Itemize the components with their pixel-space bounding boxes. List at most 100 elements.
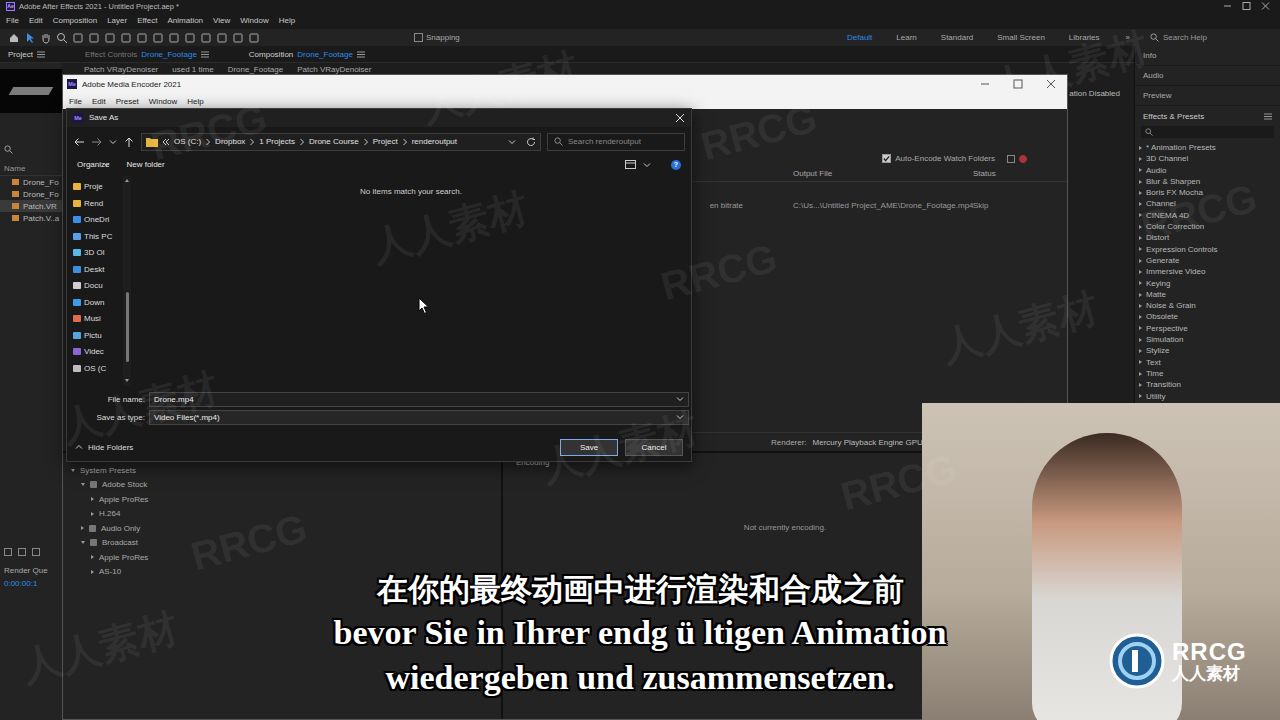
breadcrumb[interactable]: Dropbox bbox=[215, 137, 245, 146]
hide-folders-toggle[interactable]: Hide Folders bbox=[75, 443, 133, 452]
expand-arrow-icon[interactable] bbox=[81, 541, 85, 544]
tool-icon[interactable] bbox=[248, 32, 260, 44]
expand-arrow-icon[interactable] bbox=[91, 497, 94, 501]
scrollbar[interactable] bbox=[123, 176, 131, 386]
navigation-item[interactable]: OneDri bbox=[67, 212, 123, 229]
address-bar[interactable]: OS (C:)Dropbox1 ProjectsDrone CourseProj… bbox=[141, 133, 541, 151]
expand-arrow-icon[interactable] bbox=[1139, 157, 1142, 161]
remove-icon[interactable] bbox=[1007, 155, 1015, 163]
preset-tree-item[interactable]: Adobe Stock bbox=[63, 478, 501, 493]
expand-arrow-icon[interactable] bbox=[1139, 394, 1142, 398]
back-arrow-icon[interactable] bbox=[73, 136, 85, 148]
breadcrumb[interactable]: Drone Course bbox=[309, 137, 359, 146]
effect-category[interactable]: Keying bbox=[1135, 278, 1280, 289]
project-item[interactable]: Drone_Fo bbox=[0, 176, 62, 188]
zoom-icon[interactable] bbox=[56, 32, 68, 44]
expand-arrow-icon[interactable] bbox=[1139, 293, 1142, 297]
expand-arrow-icon[interactable] bbox=[1139, 304, 1142, 308]
effect-category[interactable]: Matte bbox=[1135, 289, 1280, 300]
expand-arrow-icon[interactable] bbox=[81, 483, 85, 486]
search-icon[interactable] bbox=[4, 145, 13, 154]
effect-category[interactable]: Channel bbox=[1135, 198, 1280, 209]
expand-arrow-icon[interactable] bbox=[91, 512, 94, 516]
organize-menu[interactable]: Organize bbox=[77, 160, 110, 169]
expand-arrow-icon[interactable] bbox=[1139, 202, 1142, 206]
help-search-field[interactable]: Search Help bbox=[1146, 31, 1272, 44]
chevron-right-icon[interactable] bbox=[402, 138, 408, 146]
close-icon[interactable] bbox=[675, 113, 685, 123]
menu-item[interactable]: Animation bbox=[167, 16, 203, 25]
new-folder-button[interactable]: New folder bbox=[126, 160, 164, 169]
panel-menu-icon[interactable] bbox=[201, 51, 209, 58]
home-icon[interactable] bbox=[8, 32, 20, 44]
tool-icon[interactable] bbox=[232, 32, 244, 44]
expand-arrow-icon[interactable] bbox=[1139, 270, 1142, 274]
snapping-toggle[interactable]: Snapping bbox=[414, 33, 460, 42]
navigation-item[interactable]: Down bbox=[67, 294, 123, 311]
expand-arrow-icon[interactable] bbox=[1139, 372, 1142, 376]
tool-icon[interactable] bbox=[88, 32, 100, 44]
tool-icon[interactable] bbox=[184, 32, 196, 44]
effect-category[interactable]: Distort bbox=[1135, 232, 1280, 243]
expand-arrow-icon[interactable] bbox=[91, 555, 94, 559]
expand-arrow-icon[interactable] bbox=[1139, 191, 1142, 195]
renderer-dropdown[interactable]: Mercury Playback Engine GPU Acc bbox=[813, 438, 938, 447]
preset-tree-item[interactable]: System Presets bbox=[63, 463, 501, 478]
effect-category[interactable]: Immersive Video bbox=[1135, 266, 1280, 277]
breadcrumb[interactable]: 1 Projects bbox=[259, 137, 295, 146]
panel-tab[interactable]: Effect ControlsDrone_Footage bbox=[85, 50, 209, 59]
panel-tab[interactable]: CompositionDrone_Footage bbox=[249, 50, 365, 59]
tool-icon[interactable] bbox=[152, 32, 164, 44]
preset-tree-item[interactable]: Apple ProRes bbox=[63, 492, 501, 507]
project-item[interactable]: Drone_Fo bbox=[0, 188, 62, 200]
tool-icon[interactable] bbox=[136, 32, 148, 44]
expand-arrow-icon[interactable] bbox=[81, 526, 84, 530]
timecode[interactable]: 0:00:00:1 bbox=[0, 577, 62, 590]
expand-arrow-icon[interactable] bbox=[1139, 168, 1142, 172]
menu-item[interactable]: Window bbox=[240, 16, 268, 25]
column-header[interactable]: Status bbox=[973, 169, 1067, 178]
panel-menu-icon[interactable] bbox=[357, 51, 365, 58]
column-header[interactable]: Name bbox=[0, 162, 62, 176]
dropdown-icon[interactable] bbox=[508, 138, 516, 146]
navigation-item[interactable]: Deskt bbox=[67, 261, 123, 278]
panel-button-icon[interactable] bbox=[4, 548, 12, 556]
menu-item[interactable]: File bbox=[6, 16, 19, 25]
project-item[interactable]: Patch.V..a bbox=[0, 212, 62, 224]
effect-category[interactable]: Blur & Sharpen bbox=[1135, 176, 1280, 187]
expand-arrow-icon[interactable] bbox=[1139, 349, 1142, 353]
chevron-right-icon[interactable] bbox=[363, 138, 369, 146]
navigation-item[interactable]: 3D Ol bbox=[67, 245, 123, 262]
expand-arrow-icon[interactable] bbox=[1139, 326, 1142, 330]
dropdown-icon[interactable] bbox=[676, 413, 684, 421]
navigation-item[interactable]: OS (C bbox=[67, 360, 123, 377]
effect-category[interactable]: Utility bbox=[1135, 391, 1280, 402]
watch-folders-checkbox[interactable] bbox=[882, 154, 891, 163]
navigation-item[interactable]: This PC bbox=[67, 228, 123, 245]
preset-tree-item[interactable]: Audio Only bbox=[63, 521, 501, 536]
expand-arrow-icon[interactable] bbox=[1139, 383, 1142, 387]
side-panel-tab[interactable]: Info bbox=[1135, 46, 1280, 66]
navigation-item[interactable]: Proje bbox=[67, 179, 123, 196]
workspace-tab[interactable]: Learn bbox=[886, 33, 926, 42]
expand-arrow-icon[interactable] bbox=[71, 469, 75, 472]
snapping-checkbox[interactable] bbox=[414, 33, 423, 42]
menu-item[interactable]: Edit bbox=[29, 16, 43, 25]
navigation-item[interactable]: Videc bbox=[67, 344, 123, 361]
effect-category[interactable]: * Animation Presets bbox=[1135, 142, 1280, 153]
dialog-button[interactable]: Save bbox=[560, 439, 618, 456]
side-panel-tab[interactable]: Audio bbox=[1135, 66, 1280, 86]
expand-arrow-icon[interactable] bbox=[1139, 247, 1142, 251]
effect-category[interactable]: Color Correction bbox=[1135, 221, 1280, 232]
menu-item[interactable]: Window bbox=[149, 97, 177, 106]
expand-arrow-icon[interactable] bbox=[1139, 213, 1142, 217]
expand-arrow-icon[interactable] bbox=[1139, 338, 1142, 342]
queue-output-file[interactable]: C:\Us...\Untitled Project_AME\Drone_Foot… bbox=[793, 201, 973, 210]
column-header[interactable]: Output File bbox=[793, 169, 973, 178]
selection-arrow-icon[interactable] bbox=[24, 32, 36, 44]
tool-icon[interactable] bbox=[120, 32, 132, 44]
window-controls-icon[interactable] bbox=[979, 79, 1059, 89]
scroll-down-icon[interactable] bbox=[125, 379, 129, 382]
panel-button-icon[interactable] bbox=[18, 548, 26, 556]
effect-category[interactable]: Text bbox=[1135, 357, 1280, 368]
